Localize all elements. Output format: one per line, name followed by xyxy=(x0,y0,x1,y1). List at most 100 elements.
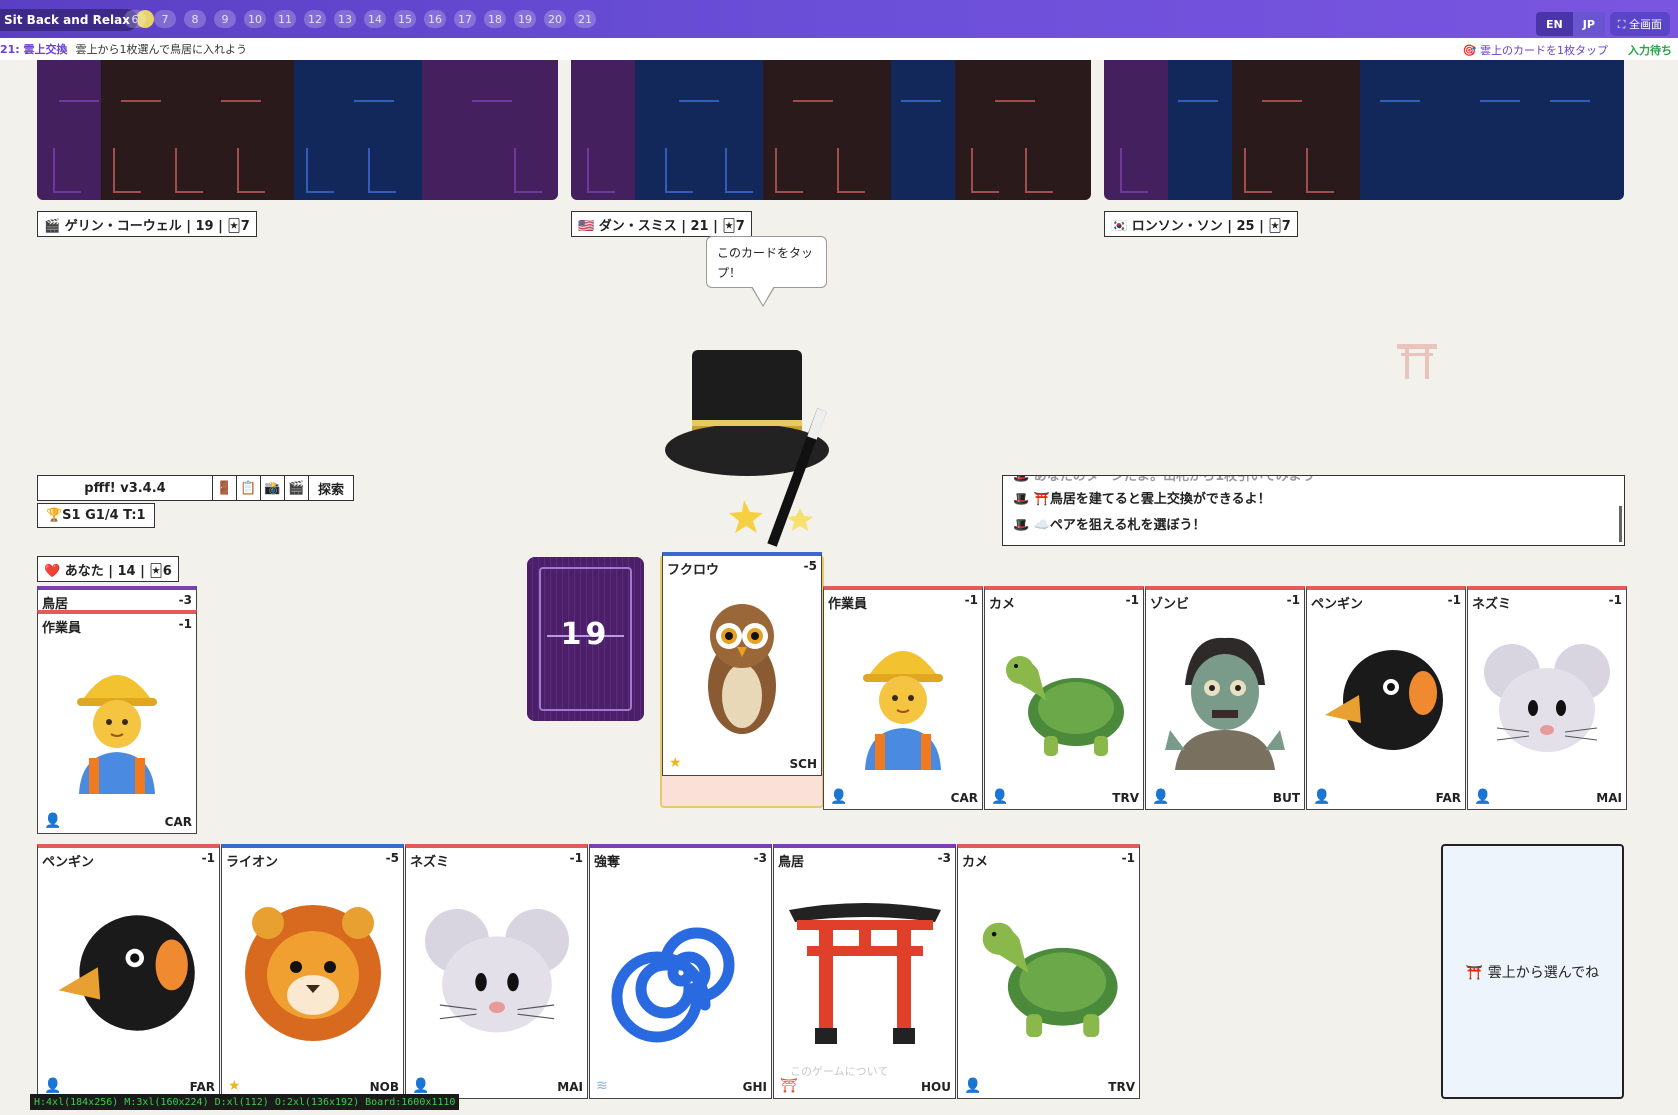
card-name: ペンギン xyxy=(1311,597,1364,612)
player-label: ❤️ あなた | 14 | 🃏6 xyxy=(37,556,179,582)
card-name: ゾンビ xyxy=(1150,597,1190,612)
camera-icon[interactable]: 📸 xyxy=(261,476,285,500)
card-points: -3 xyxy=(753,851,767,865)
zombie-icon xyxy=(1146,616,1304,783)
hand-card-turtle[interactable]: カメ -1 👤 TRV xyxy=(957,844,1140,1099)
card-code: TRV xyxy=(1112,791,1139,805)
step-20[interactable]: 20 xyxy=(544,10,566,28)
person-icon: 👤 xyxy=(991,789,1009,805)
status-text: 入力待ち xyxy=(1628,44,1672,57)
lang-en-button[interactable]: EN xyxy=(1536,12,1573,36)
card-points: -5 xyxy=(803,559,817,573)
step-10[interactable]: 10 xyxy=(244,10,266,28)
torii-drop-zone[interactable]: ⛩️ 雲上から選んでね xyxy=(1441,844,1624,1099)
person-icon: 👤 xyxy=(1152,789,1170,805)
step-21[interactable]: 21 xyxy=(574,10,596,28)
step-19[interactable]: 19 xyxy=(514,10,536,28)
card-code: CAR xyxy=(164,815,192,829)
card-points: -5 xyxy=(385,851,399,865)
card-points: -1 xyxy=(1125,593,1139,607)
step-8[interactable]: 8 xyxy=(184,10,206,28)
cloud-card-owl[interactable]: フクロウ -5 ★ SCH xyxy=(662,552,822,776)
card-points: -1 xyxy=(1121,851,1135,865)
torii-icon: ⛩ xyxy=(780,1078,798,1094)
step-6[interactable]: 6 xyxy=(124,10,146,28)
player-card[interactable]: 作業員 -1 👤 CAR xyxy=(37,610,197,834)
card-name: 作業員 xyxy=(42,621,82,636)
log-line: 🎩 ☁️ペアを狙える札を選ぼう！ xyxy=(1013,517,1206,533)
cloud-card-mouse[interactable]: ネズミ -1 👤 MAI xyxy=(1467,586,1627,810)
search-button[interactable]: 探索 xyxy=(309,476,353,500)
step-15[interactable]: 15 xyxy=(394,10,416,28)
clipboard-icon[interactable]: 📋 xyxy=(237,476,261,500)
cloud-card-penguin[interactable]: ペンギン -1 👤 FAR xyxy=(1306,586,1466,810)
hidden-card xyxy=(763,60,891,200)
card-points: -1 xyxy=(1447,593,1461,607)
card-code: SCH xyxy=(789,757,818,771)
mouse-icon xyxy=(1468,616,1626,783)
version-label: pfff! v3.4.4 xyxy=(38,476,213,500)
lang-jp-button[interactable]: JP xyxy=(1572,12,1605,36)
penguin-icon xyxy=(1307,616,1465,783)
cloud-card-turtle[interactable]: カメ -1 👤 TRV xyxy=(984,586,1144,810)
card-code: BUT xyxy=(1272,791,1300,805)
step-11[interactable]: 11 xyxy=(274,10,296,28)
card-name: 作業員 xyxy=(828,597,868,612)
step-list: 6 7 8 9 10 11 12 13 14 15 16 17 18 19 20 21 xyxy=(124,10,604,28)
clapper-icon[interactable]: 🎬 xyxy=(285,476,309,500)
hand-card-penguin[interactable]: ペンギン -1 👤 FAR xyxy=(37,844,220,1099)
magic-hat-icon xyxy=(665,350,829,547)
star-icon: ★ xyxy=(669,755,682,771)
cloud-card-zombie[interactable]: ゾンビ -1 👤 BUT xyxy=(1145,586,1305,810)
hidden-card xyxy=(1232,60,1360,200)
person-icon: 👤 xyxy=(1474,789,1492,805)
fullscreen-button[interactable]: ⛶ 全画面 xyxy=(1609,12,1670,36)
hidden-card xyxy=(101,60,294,200)
hand-card-mouse[interactable]: ネズミ -1 👤 MAI xyxy=(405,844,588,1099)
step-17[interactable]: 17 xyxy=(454,10,476,28)
card-name: フクロウ xyxy=(667,563,720,578)
person-icon: 👤 xyxy=(1313,789,1331,805)
message-log[interactable]: 🎩 あなたのターンだよ。山札から1枚引いてみよう 🎩 ⛩️鳥居を建てると雲上交換… xyxy=(1002,475,1625,546)
app-name[interactable]: Sit Back and Relax xyxy=(0,9,138,31)
opponent-label-3: 🇰🇷 ロンソン・ソン | 25 | 🃏7 xyxy=(1104,211,1298,237)
star-icon: ★ xyxy=(228,1078,241,1094)
hidden-card xyxy=(1168,60,1232,200)
torii-watermark-icon xyxy=(1397,344,1437,379)
step-16[interactable]: 16 xyxy=(424,10,446,28)
step-12[interactable]: 12 xyxy=(304,10,326,28)
cloud-card-worker[interactable]: 作業員 -1 👤 CAR xyxy=(823,586,983,810)
hand-card-steal[interactable]: 強奪 -3 ≋ GHI xyxy=(589,844,772,1099)
step-13[interactable]: 13 xyxy=(334,10,356,28)
card-points: -1 xyxy=(201,851,215,865)
hand-card-torii[interactable]: 鳥居 -3 ⛩ HOU xyxy=(773,844,956,1099)
hidden-card xyxy=(571,60,635,200)
person-icon: 👤 xyxy=(44,1078,62,1094)
hand-card-lion[interactable]: ライオン -5 ★ NOB xyxy=(221,844,404,1099)
hint-text: 🎯 雲上のカードを1枚タップ xyxy=(1462,44,1608,57)
card-code: TRV xyxy=(1108,1080,1135,1094)
step-9[interactable]: 9 xyxy=(214,10,236,28)
card-points: -1 xyxy=(178,617,192,631)
card-name: 鳥居 xyxy=(778,855,805,870)
person-icon: 👤 xyxy=(44,813,62,829)
log-scrollbar[interactable] xyxy=(1619,506,1622,542)
torii-icon xyxy=(774,874,955,1072)
card-name: ペンギン xyxy=(42,855,95,870)
step-14[interactable]: 14 xyxy=(364,10,386,28)
card-points: -1 xyxy=(964,593,978,607)
step-7[interactable]: 7 xyxy=(154,10,176,28)
worker-icon xyxy=(824,616,982,783)
instruction-bar: 21: 雲上交換 雲上から1枚選んで鳥居に入れよう 🎯 雲上のカードを1枚タップ… xyxy=(0,38,1678,60)
door-icon[interactable]: 🚪 xyxy=(213,476,237,500)
hidden-card xyxy=(37,60,101,200)
version-toolbar: pfff! v3.4.4 🚪 📋 📸 🎬 探索 xyxy=(37,475,354,501)
about-link[interactable]: このゲームについて xyxy=(790,1063,888,1079)
card-code: MAI xyxy=(557,1080,583,1094)
mouse-icon xyxy=(406,874,587,1072)
deck-count: 19 xyxy=(560,617,611,652)
step-18[interactable]: 18 xyxy=(484,10,506,28)
log-line: 🎩 ⛩️鳥居を建てると雲上交換ができるよ！ xyxy=(1013,491,1271,507)
draw-pile[interactable]: 19 xyxy=(527,557,644,721)
card-name: 強奪 xyxy=(594,855,621,870)
